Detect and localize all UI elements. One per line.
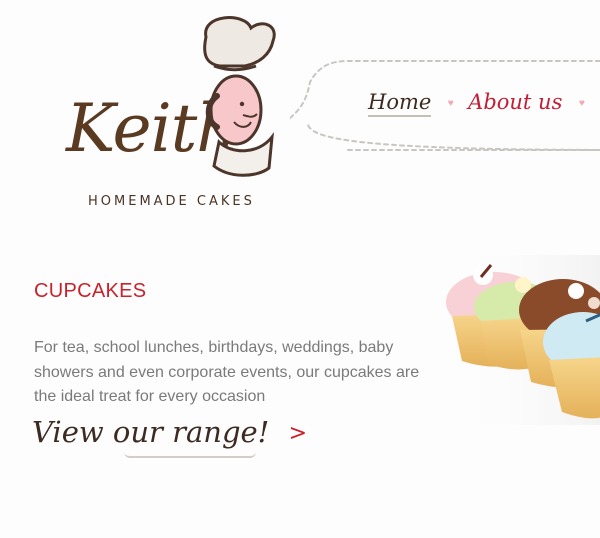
cta-underline bbox=[124, 452, 256, 458]
brand-tagline: HOMEMADE CAKES bbox=[88, 194, 255, 209]
nav-home[interactable]: Home bbox=[368, 90, 432, 117]
section-description: For tea, school lunches, birthdays, wedd… bbox=[34, 339, 420, 405]
chef-illustration bbox=[203, 16, 276, 177]
nav-about-us[interactable]: About us bbox=[468, 90, 562, 114]
view-range-link[interactable]: View our range! > bbox=[32, 415, 307, 449]
view-range-label: View our range! bbox=[32, 415, 270, 449]
heart-separator-icon: ♥ bbox=[447, 98, 454, 109]
cupcakes-photo bbox=[438, 255, 600, 425]
section-title: CUPCAKES bbox=[34, 280, 147, 302]
heart-separator-icon: ♥ bbox=[578, 98, 585, 109]
main-nav: Home ♥ About us ♥ Ou bbox=[368, 90, 600, 120]
chevron-right-icon: > bbox=[288, 421, 307, 446]
